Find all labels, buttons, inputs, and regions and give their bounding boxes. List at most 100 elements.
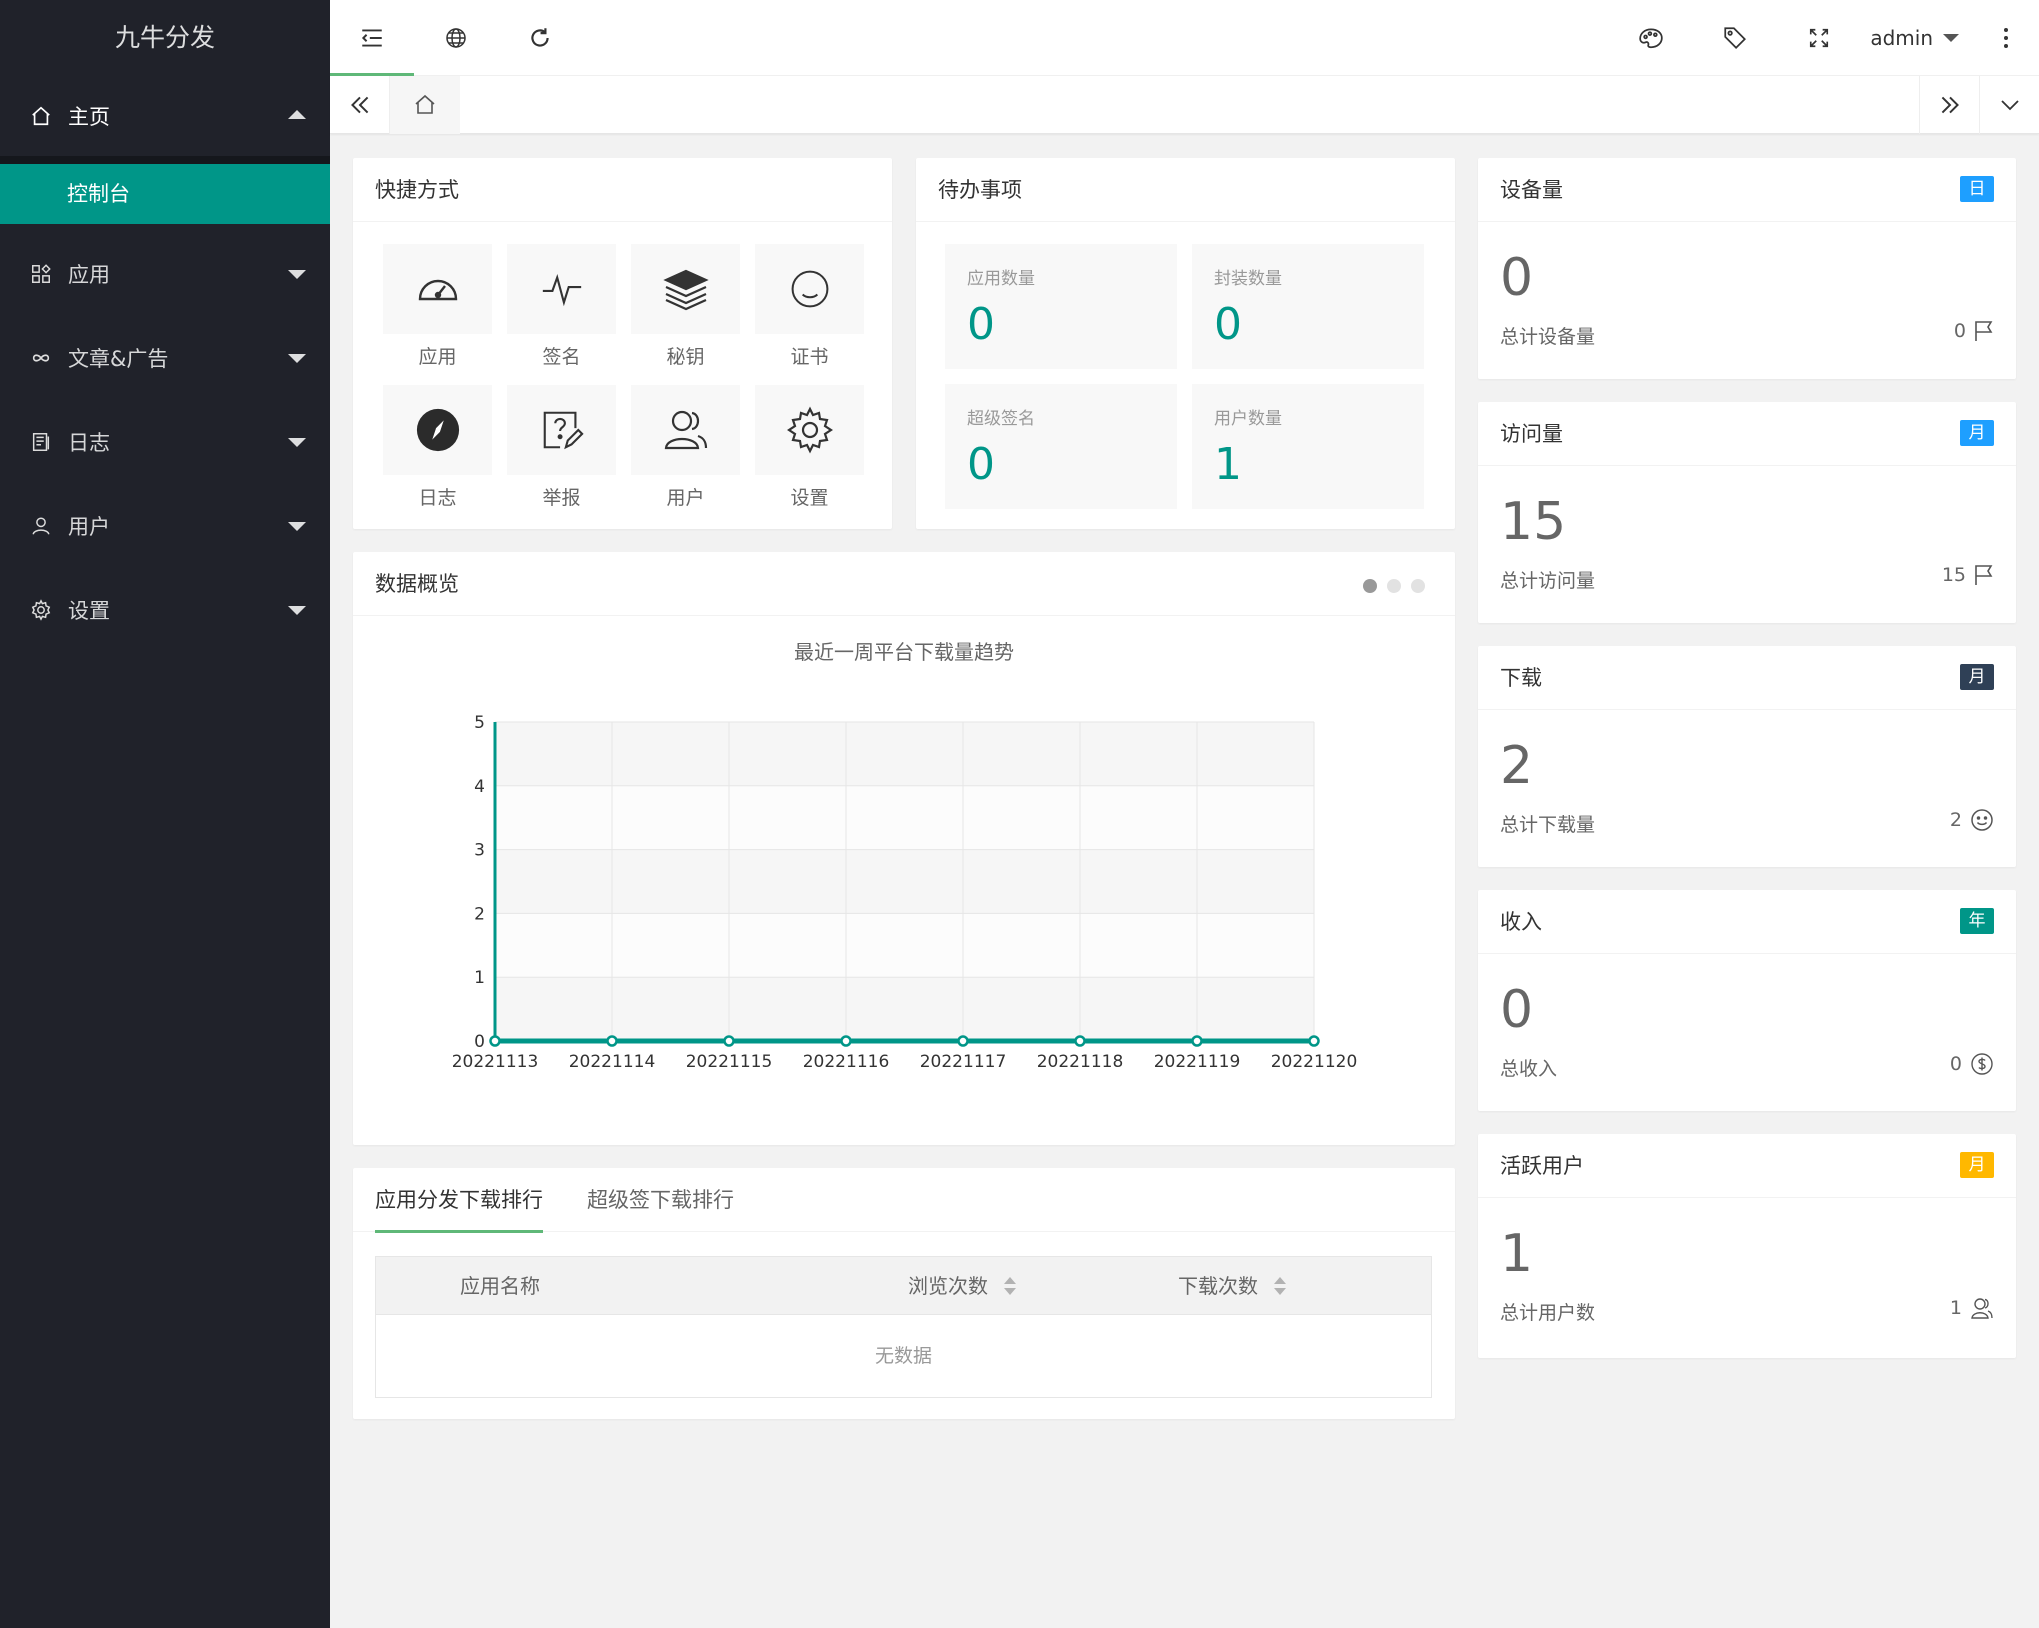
- toggle-sidebar-button[interactable]: [330, 0, 414, 76]
- sidebar-item-settings[interactable]: 设置: [0, 568, 330, 652]
- stat-card-downloads: 下载 月 2 总计下载量 2: [1478, 646, 2016, 867]
- sidebar-item-apps[interactable]: 应用: [0, 232, 330, 316]
- period-badge: 年: [1960, 908, 1994, 934]
- data-point: [723, 1035, 735, 1047]
- tab-super-sign-ranking[interactable]: 超级签下载排行: [587, 1168, 734, 1232]
- theme-button[interactable]: [1609, 0, 1693, 76]
- sidebar-item-label: 日志: [68, 431, 110, 455]
- grid-band: [495, 977, 1314, 1041]
- column-header-downloads[interactable]: 下载次数: [1178, 1257, 1286, 1315]
- user-menu[interactable]: admin: [1870, 0, 1959, 76]
- grid-band: [495, 913, 1314, 978]
- y-tick-label: 1: [474, 968, 485, 988]
- sidebar-item-users[interactable]: 用户: [0, 484, 330, 568]
- sort-icon[interactable]: [1004, 1276, 1016, 1295]
- refresh-button[interactable]: [498, 0, 582, 76]
- chevron-down-icon: [288, 354, 306, 363]
- period-badge: 月: [1960, 420, 1994, 446]
- more-vertical-icon: [2004, 28, 2008, 48]
- stat-value: 1: [1500, 1224, 1534, 1284]
- grid-band: [495, 785, 1314, 850]
- card-title: 设备量: [1478, 158, 2016, 222]
- shortcut-users[interactable]: 用户: [631, 385, 740, 526]
- x-tick-label: 20221120: [1271, 1052, 1358, 1072]
- todo-user-count[interactable]: 用户数量 1: [1192, 384, 1424, 509]
- data-point: [489, 1035, 501, 1047]
- website-button[interactable]: [414, 0, 498, 76]
- y-tick-label: 3: [474, 841, 485, 861]
- sidebar-item-label: 用户: [68, 515, 110, 539]
- sidebar-item-console[interactable]: 控制台: [0, 164, 330, 224]
- period-badge: 月: [1960, 1152, 1994, 1178]
- tag-button[interactable]: [1693, 0, 1777, 76]
- dashboard-icon: [418, 279, 457, 301]
- period-badge: 月: [1960, 664, 1994, 690]
- y-tick-label: 2: [474, 904, 485, 924]
- apps-icon: [28, 261, 54, 287]
- more-button[interactable]: [1973, 0, 2039, 76]
- carousel-dot[interactable]: [1363, 579, 1377, 593]
- y-tick-label: 5: [474, 713, 485, 733]
- stat-total: 0: [1950, 1052, 1994, 1076]
- shortcut-apps[interactable]: 应用: [383, 244, 492, 385]
- sidebar-item-articles-ads[interactable]: 文章&广告: [0, 316, 330, 400]
- user-icon: [1971, 1298, 1993, 1319]
- chart-title: 最近一周平台下载量趋势: [794, 640, 1014, 664]
- shortcut-certificate[interactable]: 证书: [755, 244, 864, 385]
- refresh-icon: [531, 28, 549, 47]
- chevron-down-icon: [288, 606, 306, 615]
- ranking-card: 应用分发下载排行 超级签下载排行 应用名称 浏览次数 下载次数 无数据: [353, 1168, 1455, 1419]
- users-icon: [664, 410, 707, 450]
- carousel-dot[interactable]: [1387, 579, 1401, 593]
- globe-icon: [446, 28, 466, 48]
- x-tick-label: 20221119: [1154, 1052, 1241, 1072]
- todo-app-count[interactable]: 应用数量 0: [945, 244, 1177, 369]
- stat-footer: 总收入: [1500, 1058, 1558, 1080]
- stat-footer: 总计下载量: [1500, 814, 1596, 836]
- stat-value: 2: [1500, 736, 1534, 796]
- flag-icon: [1975, 321, 1993, 341]
- carousel-dot[interactable]: [1411, 579, 1425, 593]
- chevron-down-icon: [2000, 100, 2019, 111]
- x-tick-label: 20221114: [569, 1052, 656, 1072]
- stat-card-income: 收入 年 0 总收入 0: [1478, 890, 2016, 1111]
- tab-app-download-ranking[interactable]: 应用分发下载排行: [375, 1168, 543, 1233]
- sidebar-item-label: 文章&广告: [68, 347, 169, 371]
- carousel-indicators[interactable]: [1363, 579, 1425, 593]
- stat-total: 0: [1954, 320, 1994, 342]
- data-point: [1308, 1035, 1320, 1047]
- chevron-down-icon: [288, 270, 306, 279]
- sidebar-item-logs[interactable]: 日志: [0, 400, 330, 484]
- palette-icon: [1639, 28, 1663, 49]
- double-chevron-right-icon: [1941, 96, 1959, 114]
- pulse-icon: [542, 273, 581, 307]
- todo-card: 待办事项 应用数量 0 封装数量 0 超级签名 0 用户数量 1: [916, 158, 1455, 529]
- sidebar-item-home[interactable]: 主页: [0, 76, 330, 156]
- ranking-table: 应用名称 浏览次数 下载次数 无数据: [375, 1256, 1432, 1398]
- data-point: [606, 1035, 618, 1047]
- tab-home[interactable]: [390, 76, 460, 134]
- card-title: 活跃用户: [1478, 1134, 2016, 1198]
- fullscreen-button[interactable]: [1777, 0, 1861, 76]
- shortcut-settings[interactable]: 设置: [755, 385, 864, 526]
- column-header-views[interactable]: 浏览次数: [908, 1257, 1016, 1315]
- todo-super-signature[interactable]: 超级签名 0: [945, 384, 1177, 509]
- data-point: [1074, 1035, 1086, 1047]
- ranking-tabs: 应用分发下载排行 超级签下载排行: [353, 1168, 1455, 1233]
- card-title: 数据概览: [353, 552, 1455, 616]
- sidebar-item-label: 应用: [68, 263, 110, 287]
- stat-card-active-users: 活跃用户 月 1 总计用户数 1: [1478, 1134, 2016, 1358]
- sort-icon[interactable]: [1274, 1276, 1286, 1295]
- shortcut-report[interactable]: 举报: [507, 385, 616, 526]
- home-icon: [28, 103, 54, 129]
- shortcut-keys[interactable]: 秘钥: [631, 244, 740, 385]
- tabs-scroll-left-button[interactable]: [330, 76, 390, 134]
- tabs-scroll-right-button[interactable]: [1919, 76, 1979, 134]
- home-icon: [415, 94, 435, 114]
- shortcut-signature[interactable]: 签名: [507, 244, 616, 385]
- stat-card-devices: 设备量 日 0 总计设备量 0: [1478, 158, 2016, 379]
- shortcut-logs[interactable]: 日志: [383, 385, 492, 526]
- data-point: [1191, 1035, 1203, 1047]
- tabs-dropdown-button[interactable]: [1979, 76, 2039, 134]
- todo-package-count[interactable]: 封装数量 0: [1192, 244, 1424, 369]
